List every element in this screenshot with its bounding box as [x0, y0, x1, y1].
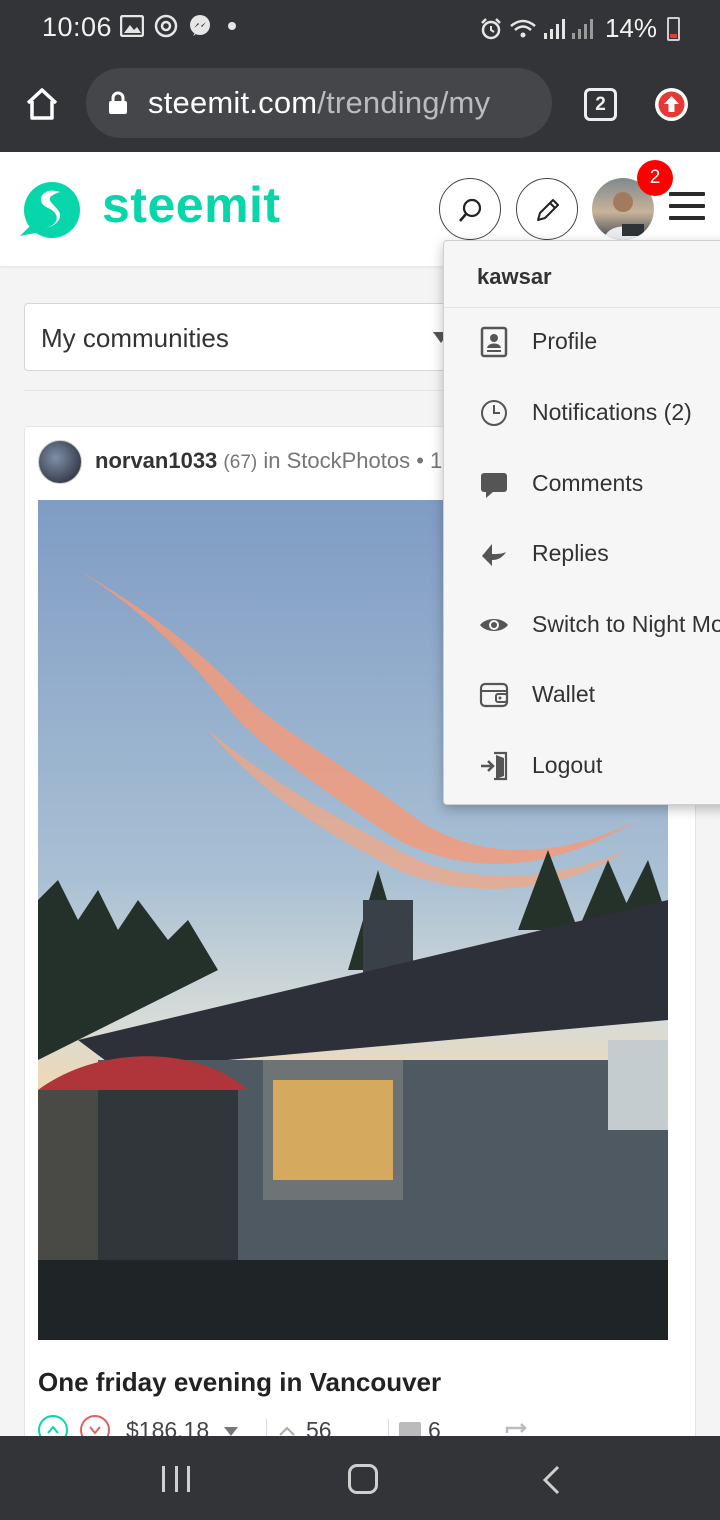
alarm-icon: [481, 17, 501, 39]
profile-icon: [480, 326, 508, 358]
battery-icon: [667, 16, 680, 41]
menu-item-label: Replies: [532, 540, 609, 566]
url-host: steemit.com: [148, 85, 318, 120]
signal-icon: [543, 18, 565, 39]
instagram-icon: [154, 14, 178, 38]
battery-percent: 14%: [604, 13, 657, 43]
recent-apps-icon[interactable]: [162, 1466, 190, 1492]
status-bar: 10:06 14%: [0, 0, 720, 56]
menu-item-label: Comments: [532, 470, 644, 496]
menu-item-logout[interactable]: Logout: [444, 735, 720, 795]
menu-item-label: Switch to Night Mo: [532, 611, 720, 637]
pencil-icon: [537, 199, 559, 221]
wifi-icon: [510, 19, 536, 37]
tab-switcher-button[interactable]: 2: [584, 88, 617, 121]
community-select-value: My communities: [41, 323, 229, 353]
search-icon: [459, 198, 482, 222]
chevron-up-icon: [47, 1425, 59, 1434]
community-prefix: in: [263, 448, 281, 473]
home-nav-icon[interactable]: [348, 1464, 378, 1494]
eye-icon: [480, 619, 508, 631]
author-avatar[interactable]: [38, 440, 82, 484]
menu-item-wallet[interactable]: Wallet: [444, 664, 720, 724]
clock-icon: [481, 400, 507, 426]
brand-name[interactable]: steemit: [102, 176, 281, 234]
post-title[interactable]: One friday evening in Vancouver: [38, 1367, 441, 1398]
reply-icon: [482, 544, 506, 566]
author-link[interactable]: norvan1033: [95, 448, 217, 473]
comment-icon: [481, 473, 507, 498]
upload-arrow-icon: [658, 91, 685, 118]
menu-username[interactable]: kawsar: [477, 264, 552, 290]
author-reputation: (67): [223, 452, 258, 473]
search-button[interactable]: [439, 178, 501, 240]
menu-item-label: Logout: [532, 752, 603, 778]
payout-caret-icon[interactable]: [224, 1427, 238, 1436]
wallet-icon: [479, 682, 509, 708]
user-dropdown-menu: kawsar Profile Notifications (2) Comment…: [443, 240, 720, 805]
community-select[interactable]: My communities: [24, 303, 464, 371]
menu-item-comments[interactable]: Comments: [444, 453, 720, 513]
write-post-button[interactable]: [516, 178, 578, 240]
system-nav-bar: [0, 1436, 720, 1520]
back-icon[interactable]: [541, 1464, 561, 1496]
browser-toolbar: steemit.com/trending/my 2: [0, 56, 720, 152]
logout-icon: [481, 751, 508, 781]
menu-item-label: Wallet: [532, 681, 596, 707]
update-button[interactable]: [655, 88, 688, 121]
divider: [444, 307, 720, 308]
menu-item-notifications[interactable]: Notifications (2): [444, 382, 720, 442]
messenger-icon: [190, 15, 210, 36]
menu-item-night-mode[interactable]: Switch to Night Mo: [444, 594, 720, 654]
hamburger-menu-icon[interactable]: [669, 192, 705, 224]
status-time: 10:06: [42, 12, 113, 42]
community-link[interactable]: StockPhotos: [287, 448, 411, 473]
url-path: /trending/my: [317, 85, 491, 120]
menu-item-replies[interactable]: Replies: [444, 523, 720, 583]
home-icon[interactable]: [24, 86, 60, 122]
chevron-down-icon: [89, 1426, 101, 1435]
url-text: steemit.com/trending/my: [148, 85, 490, 121]
steemit-logo-icon[interactable]: [16, 174, 86, 244]
post-meta: norvan1033 (67) in StockPhotos • 1: [95, 448, 442, 474]
notification-badge[interactable]: 2: [637, 160, 673, 196]
menu-item-profile[interactable]: Profile: [444, 311, 720, 371]
menu-item-label: Profile: [532, 328, 598, 354]
lock-icon: [109, 91, 127, 114]
menu-item-label: Notifications (2): [532, 399, 692, 425]
post-time: • 1: [416, 448, 443, 473]
signal-icon: [571, 18, 593, 39]
dot-icon: [228, 22, 236, 30]
gallery-icon: [120, 15, 144, 37]
address-bar[interactable]: steemit.com/trending/my: [86, 68, 552, 138]
